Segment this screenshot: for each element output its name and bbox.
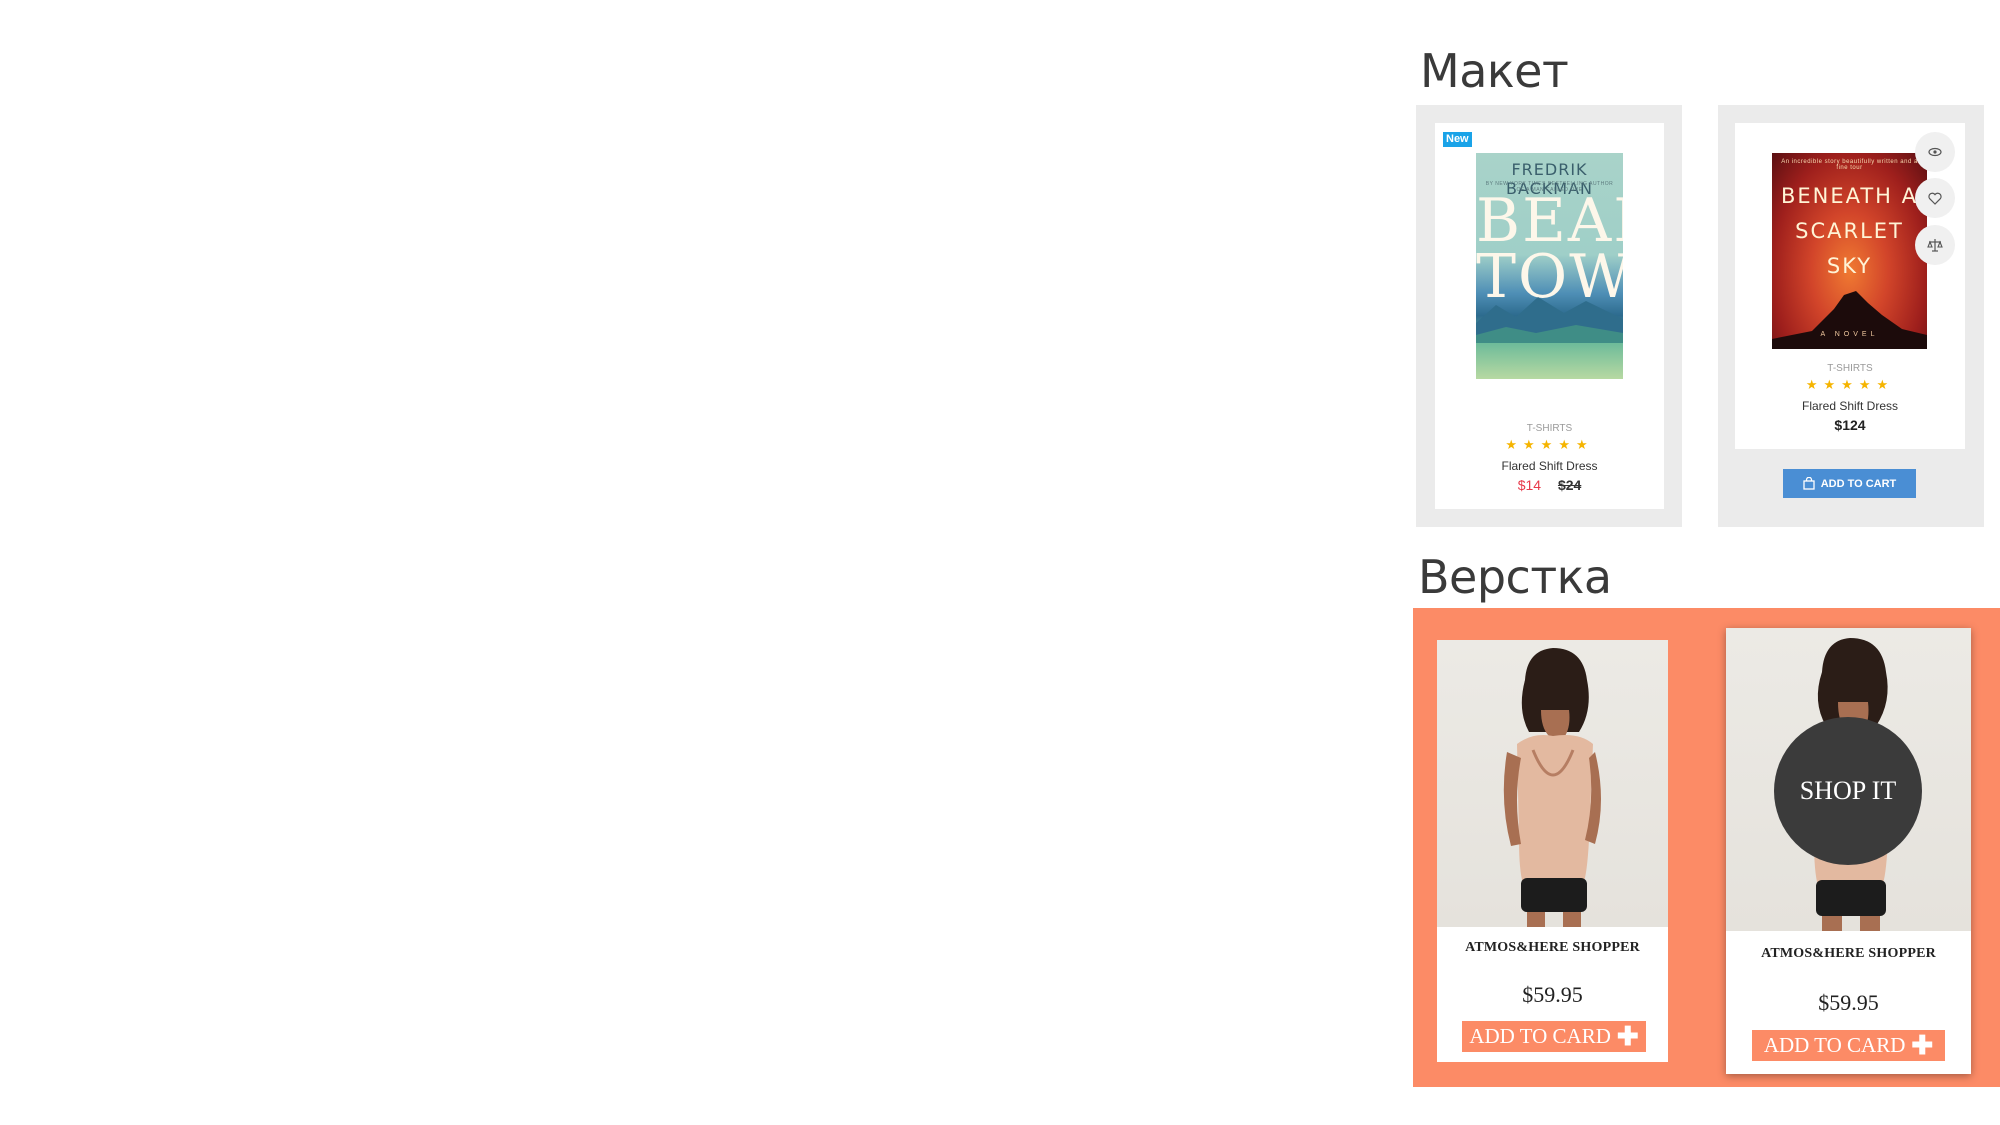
cover-tag: A NOVEL xyxy=(1820,331,1879,338)
old-price: $24 xyxy=(1557,477,1582,493)
sale-price: $14 xyxy=(1517,477,1542,493)
shopping-bag-icon xyxy=(1803,477,1815,490)
compare-button[interactable] xyxy=(1915,225,1955,265)
rating-stars: ★★★★★ xyxy=(1505,437,1594,452)
cover-title-line3: SKY xyxy=(1826,254,1873,278)
add-to-card-button[interactable]: ADD TO CARD ✚ xyxy=(1752,1030,1945,1061)
book-cover-beneath-a-scarlet-sky[interactable]: An incredible story beautifully written … xyxy=(1772,153,1927,349)
cover-subtitle: An incredible story beautifully written … xyxy=(1781,159,1918,171)
book-cover-bear-town[interactable]: FREDRIK BACKMAN BY NEW YORK TIMES BESTSE… xyxy=(1476,153,1623,379)
new-badge: New xyxy=(1443,132,1472,147)
layout-title: Верстка xyxy=(1418,550,1612,604)
heart-icon xyxy=(1928,192,1942,205)
layout-product-card-1[interactable]: ATMOS&HERE SHOPPER $59.95 ADD TO CARD ✚ xyxy=(1437,640,1668,1062)
add-to-card-label: ADD TO CARD xyxy=(1469,1024,1611,1048)
plus-icon: ✚ xyxy=(1911,1030,1934,1060)
product-name[interactable]: ATMOS&HERE SHOPPER xyxy=(1437,940,1668,956)
add-to-cart-label: ADD TO CART xyxy=(1820,477,1897,490)
product-category: T-SHIRTS xyxy=(1827,363,1873,374)
product-name[interactable]: Flared Shift Dress xyxy=(1435,459,1664,473)
layout-product-card-2[interactable]: SHOP IT ATMOS&HERE SHOPPER $59.95 ADD TO… xyxy=(1726,628,1971,1074)
compare-icon xyxy=(1927,239,1943,252)
shop-it-overlay-button[interactable]: SHOP IT xyxy=(1774,717,1922,865)
product-price: $124 xyxy=(1834,417,1866,433)
price-group: $14 $24 xyxy=(1435,477,1664,495)
product-photo[interactable] xyxy=(1437,640,1668,927)
plus-icon: ✚ xyxy=(1616,1021,1639,1051)
eye-icon xyxy=(1928,147,1942,157)
cover-title-line2: SCARLET xyxy=(1795,219,1904,243)
cover-title-line1: BEAR xyxy=(1476,186,1623,256)
cover-mountains-icon xyxy=(1476,297,1623,343)
add-to-card-label: ADD TO CARD xyxy=(1763,1033,1906,1057)
product-category: T-SHIRTS xyxy=(1526,423,1573,434)
cover-mountain-icon xyxy=(1772,291,1927,349)
add-to-cart-button[interactable]: ADD TO CART xyxy=(1783,469,1916,498)
mockup-title: Макет xyxy=(1420,44,1569,98)
wishlist-button[interactable] xyxy=(1915,178,1955,218)
product-price: $59.95 xyxy=(1522,982,1583,1007)
mockup-product-card-2[interactable]: An incredible story beautifully written … xyxy=(1735,123,1965,449)
mockup-product-card-1[interactable]: New FREDRIK BACKMAN BY NEW YORK TIMES BE… xyxy=(1435,123,1664,509)
product-name[interactable]: ATMOS&HERE SHOPPER xyxy=(1726,946,1971,962)
quick-view-button[interactable] xyxy=(1915,132,1955,172)
product-name[interactable]: Flared Shift Dress xyxy=(1735,399,1965,413)
add-to-card-button[interactable]: ADD TO CARD ✚ xyxy=(1462,1021,1646,1052)
cover-title-line1: BENEATH A xyxy=(1780,184,1919,208)
rating-stars: ★★★★★ xyxy=(1805,377,1895,392)
product-price: $59.95 xyxy=(1818,990,1879,1015)
model-photo-icon xyxy=(1503,648,1601,927)
